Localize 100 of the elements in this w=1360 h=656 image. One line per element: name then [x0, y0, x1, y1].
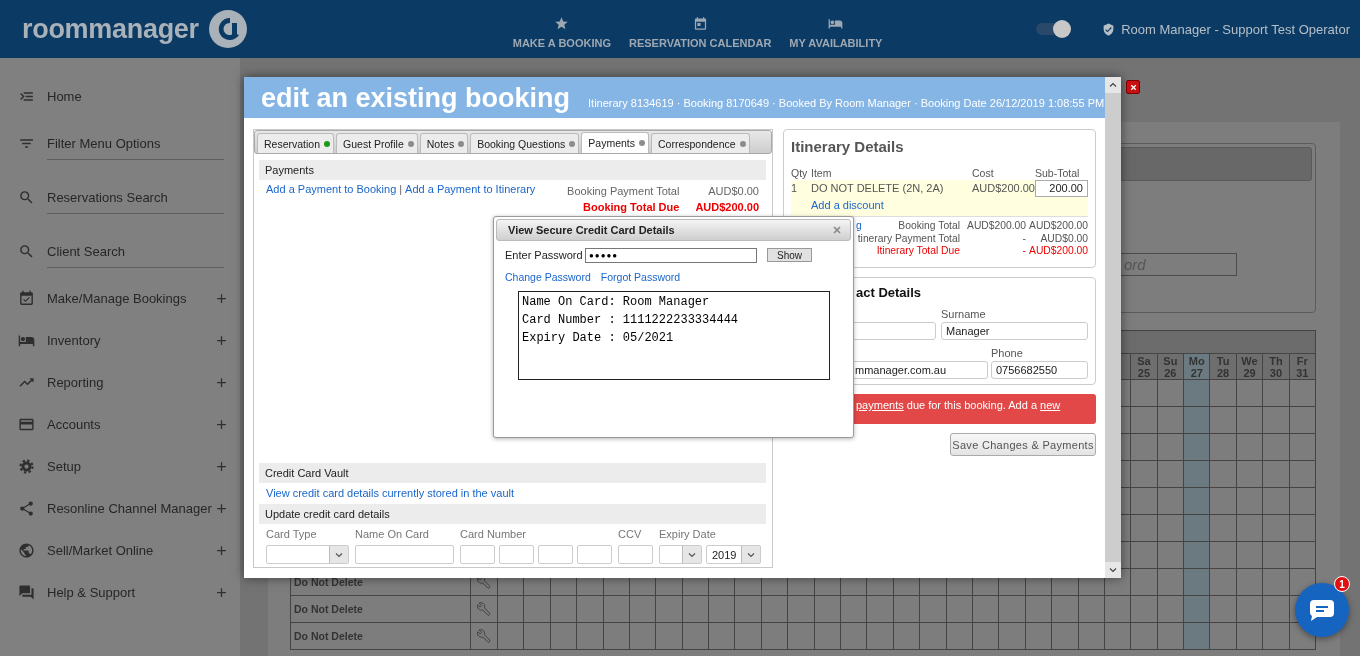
calendar-cell [629, 596, 657, 623]
alert-link[interactable]: new [1040, 399, 1061, 411]
table-cell-text: AUD$200.00 [972, 181, 1035, 196]
calendar-cell [1184, 542, 1211, 569]
sidebar-item[interactable]: Help & Support [0, 580, 136, 604]
password-link[interactable]: Change Password [505, 272, 591, 283]
close-button[interactable] [1126, 80, 1140, 94]
weekday-label: Mo [1188, 354, 1205, 367]
calendar-cell [1236, 542, 1264, 569]
password-link[interactable]: Forgot Password [600, 272, 681, 283]
sidebar-item[interactable]: Inventory [0, 328, 101, 352]
calendar-cell [1184, 488, 1211, 515]
calendar-cell [1236, 623, 1264, 650]
resource-name: Do Not Delete [294, 576, 363, 588]
calendar-cell [1263, 434, 1290, 461]
sidebar-item[interactable]: Setup [0, 454, 81, 478]
calendar-cell [1210, 515, 1237, 542]
card-number-field[interactable] [577, 545, 612, 564]
sidebar-item[interactable]: Reservations Search [0, 186, 224, 214]
calendar-cell [1184, 515, 1211, 542]
surname-field[interactable]: Manager [941, 322, 1088, 340]
calendar-cell [1236, 596, 1264, 623]
calendar-cell [1236, 407, 1264, 434]
total-value: AUD$200.00 [966, 220, 1026, 233]
calendar-cell [1184, 623, 1211, 650]
password-field[interactable]: ●●●●● [585, 247, 757, 263]
calendar-cell [1104, 623, 1132, 650]
sidebar-item[interactable]: Resonline Channel Manager [0, 496, 212, 520]
add-discount-link[interactable]: Add a discount [811, 199, 884, 211]
name-on-card-field[interactable] [355, 545, 454, 564]
calendar-cell [1078, 596, 1105, 623]
sidebar-item[interactable]: Home [0, 84, 82, 108]
calendar-cell [946, 596, 973, 623]
expiry-month-select[interactable] [659, 545, 702, 564]
calendar-cell [788, 623, 815, 650]
table-cell-text: DO NOT DELETE (2N, 2A) [811, 181, 945, 196]
calendar-cell [1052, 596, 1079, 623]
calendar-cell [1184, 596, 1211, 623]
tab[interactable]: Booking Questions [470, 133, 580, 153]
sidebar-item[interactable]: Accounts [0, 412, 101, 436]
show-button[interactable]: Show [767, 248, 812, 262]
tab[interactable]: Notes [419, 133, 469, 153]
expiry-year-select[interactable]: 2019 [706, 545, 761, 564]
tab[interactable]: Payments [581, 132, 649, 153]
calendar-cell [1131, 434, 1158, 461]
calendar-cell [1289, 542, 1316, 569]
vault-link[interactable]: View credit card details currently stored in the vault [266, 487, 515, 499]
search-icon [18, 243, 35, 260]
booking-link[interactable]: g [856, 220, 862, 233]
calendar-cell [1263, 515, 1290, 542]
subtotal-field[interactable]: 200.00 [1035, 180, 1088, 197]
scrollbar[interactable] [1105, 77, 1121, 578]
calendar-cell [1289, 515, 1316, 542]
calendar-cell [550, 623, 578, 650]
sidebar-item[interactable]: Make/Manage Bookings [0, 286, 187, 310]
date-label: 28 [1217, 366, 1230, 379]
nav-link[interactable]: MAKE A BOOKING [512, 9, 611, 49]
logo-text: roommanager [22, 13, 199, 45]
calendar-cell [1104, 596, 1132, 623]
close-icon[interactable] [831, 224, 843, 236]
nav-link[interactable]: RESERVATION CALENDAR [628, 9, 772, 49]
nav-link[interactable]: MY AVAILABILITY [789, 9, 883, 49]
card-detail-line: Expiry Date : 05/2021 [522, 330, 675, 347]
sidebar-item[interactable]: Sell/Market Online [0, 538, 154, 562]
save-button[interactable]: Save Changes & Payments [950, 433, 1096, 456]
card-number-field[interactable] [499, 545, 534, 564]
wrench-icon[interactable] [477, 575, 491, 589]
card-detail-line: Name On Card: Room Manager [522, 294, 711, 311]
sidebar-item[interactable]: Reporting [0, 370, 104, 394]
field-label: Surname [941, 308, 987, 321]
card-type-select[interactable] [266, 545, 349, 564]
tab[interactable]: Correspondence [651, 133, 750, 153]
add-payment-link[interactable]: Add a Payment to Itinerary [405, 183, 536, 195]
calendar-cell [1263, 461, 1290, 488]
booking-info: Itinerary 8134619 · Booking 8170649 · Booked By Room Manager · Booking Date 26/12/2019 1:08:55 PM [588, 97, 1105, 109]
sidebar-item[interactable]: Client Search [0, 240, 224, 268]
card-number-field[interactable] [460, 545, 495, 564]
calendar-cell [1263, 407, 1290, 434]
calendar-cell [1210, 569, 1237, 596]
tab[interactable]: Guest Profile [336, 133, 418, 153]
phone-field[interactable]: 0756682550 [991, 361, 1088, 379]
card-number-field[interactable] [538, 545, 573, 564]
calendar-cell [524, 623, 551, 650]
column-header: Cost [972, 167, 995, 179]
user-name: Room Manager - Support Test Operator [1121, 21, 1350, 37]
add-payment-link[interactable]: Add a Payment to Booking [266, 183, 397, 195]
share-icon [18, 499, 35, 517]
calendar-cell [1131, 461, 1158, 488]
calendar-icon [692, 15, 708, 31]
ccv-field[interactable] [618, 545, 653, 564]
field-label: Card Type [266, 527, 318, 542]
card-detail-line: Card Number : 1111222233334444 [522, 312, 740, 329]
calendar-cell [1184, 434, 1211, 461]
alert-link[interactable]: payments [856, 399, 904, 411]
toggle-switch[interactable] [1036, 19, 1073, 39]
tab[interactable]: Reservation [257, 133, 335, 153]
calendar-cell [603, 623, 630, 650]
sidebar-item[interactable]: Filter Menu Options [0, 132, 224, 160]
calendar-cell [1236, 488, 1264, 515]
section-heading: Credit Card Vault [259, 463, 766, 483]
